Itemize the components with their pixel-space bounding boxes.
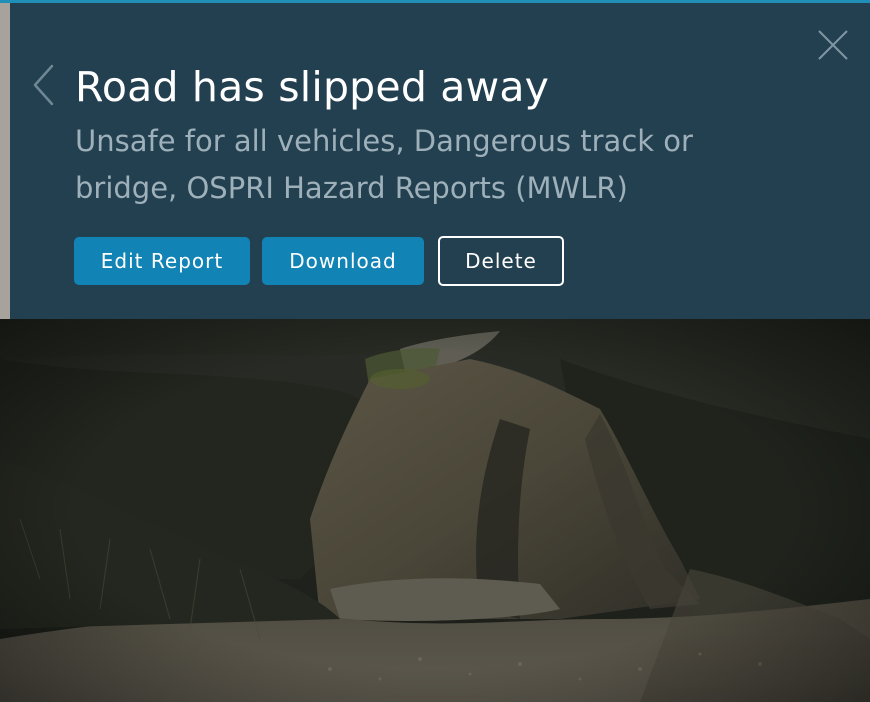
- download-button[interactable]: Download: [262, 237, 424, 285]
- delete-button[interactable]: Delete: [438, 236, 564, 286]
- close-icon[interactable]: [816, 28, 850, 62]
- top-accent-bar: [0, 0, 870, 3]
- report-detail-view: Road has slipped away Unsafe for all veh…: [0, 0, 870, 702]
- chevron-left-icon[interactable]: [30, 62, 56, 108]
- report-subtitle: Unsafe for all vehicles, Dangerous track…: [75, 124, 693, 205]
- edit-report-button[interactable]: Edit Report: [74, 237, 250, 285]
- report-title: Road has slipped away: [75, 63, 550, 111]
- left-edge-strip: [0, 3, 10, 319]
- report-photo: [0, 319, 870, 702]
